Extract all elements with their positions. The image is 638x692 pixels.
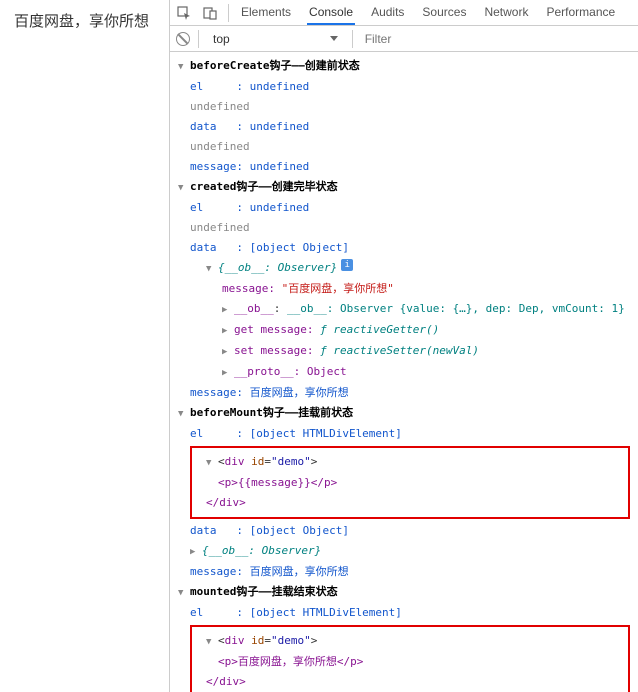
divider [198, 30, 199, 48]
html-line: </div> [198, 493, 622, 513]
devtools-panel: Elements Console Audits Sources Network … [170, 0, 638, 692]
tab-performance[interactable]: Performance [544, 1, 617, 25]
log-header: beforeMount钩子——挂载前状态 [190, 404, 353, 423]
log-line: __ob__: __ob__: Observer {value: {…}, de… [234, 300, 625, 319]
expand-icon[interactable] [178, 583, 190, 602]
log-line: message: undefined [170, 157, 638, 177]
log-object: {__ob__: Observer} [218, 259, 337, 278]
expand-icon[interactable] [222, 300, 234, 319]
log-line: set message: ƒ reactiveSetter(newVal) [234, 342, 479, 361]
expand-icon[interactable] [222, 321, 234, 340]
html-line: <p>百度网盘，享你所想</p> [198, 652, 622, 672]
log-header: created钩子——创建完毕状态 [190, 178, 338, 197]
log-line: el : undefined [170, 77, 638, 97]
tab-console[interactable]: Console [307, 1, 355, 25]
tab-bar: Elements Console Audits Sources Network … [239, 1, 617, 25]
chevron-down-icon [330, 36, 338, 41]
log-line: el : [object HTMLDivElement] [170, 603, 638, 623]
expand-icon[interactable] [190, 542, 202, 561]
tab-sources[interactable]: Sources [420, 1, 468, 25]
expand-icon[interactable] [178, 404, 190, 423]
html-line: <p>{{message}}</p> [198, 473, 622, 493]
log-line: data : undefined [170, 117, 638, 137]
html-line: <div id="demo"> [218, 453, 317, 472]
device-icon[interactable] [202, 5, 218, 21]
log-object: {__ob__: Observer} [202, 542, 321, 561]
log-line: message: "百度网盘，享你所想" [170, 279, 638, 299]
expand-icon[interactable] [206, 453, 218, 472]
console-filterbar: top [170, 26, 638, 52]
log-header: mounted钩子——挂载结束状态 [190, 583, 338, 602]
console-output[interactable]: beforeCreate钩子——创建前状态 el : undefined und… [170, 52, 638, 692]
divider [352, 30, 353, 48]
log-line: message: 百度网盘，享你所想 [170, 383, 638, 403]
log-line: undefined [170, 137, 638, 157]
log-header: beforeCreate钩子——创建前状态 [190, 57, 360, 76]
highlight-box: <div id="demo"> <p>{{message}}</p> </div… [190, 446, 630, 519]
inspect-icon[interactable] [176, 5, 192, 21]
log-line: el : [object HTMLDivElement] [170, 424, 638, 444]
context-selector[interactable]: top [207, 30, 344, 48]
clear-console-icon[interactable] [176, 32, 190, 46]
expand-icon[interactable] [222, 342, 234, 361]
html-line: <div id="demo"> [218, 632, 317, 651]
log-line: message: 百度网盘，享你所想 [170, 562, 638, 582]
tab-audits[interactable]: Audits [369, 1, 406, 25]
context-label: top [213, 32, 230, 46]
devtools-toolbar: Elements Console Audits Sources Network … [170, 0, 638, 26]
tab-elements[interactable]: Elements [239, 1, 293, 25]
info-icon[interactable]: i [341, 259, 353, 271]
log-line: el : undefined [170, 198, 638, 218]
log-line: undefined [170, 97, 638, 117]
expand-icon[interactable] [178, 178, 190, 197]
divider [228, 4, 229, 22]
expand-icon[interactable] [178, 57, 190, 76]
log-line: data : [object Object] [170, 238, 638, 258]
log-line: get message: ƒ reactiveGetter() [234, 321, 439, 340]
html-line: </div> [198, 672, 622, 692]
log-line: undefined [170, 218, 638, 238]
log-line: __proto__: Object [234, 363, 347, 382]
expand-icon[interactable] [222, 363, 234, 382]
filter-input[interactable] [361, 30, 461, 48]
expand-icon[interactable] [206, 632, 218, 651]
page-content: 百度网盘，享你所想 [0, 0, 170, 692]
page-text: 百度网盘，享你所想 [14, 13, 149, 30]
highlight-box: <div id="demo"> <p>百度网盘，享你所想</p> </div> [190, 625, 630, 692]
expand-icon[interactable] [206, 259, 218, 278]
tab-network[interactable]: Network [482, 1, 530, 25]
log-line: data : [object Object] [170, 521, 638, 541]
